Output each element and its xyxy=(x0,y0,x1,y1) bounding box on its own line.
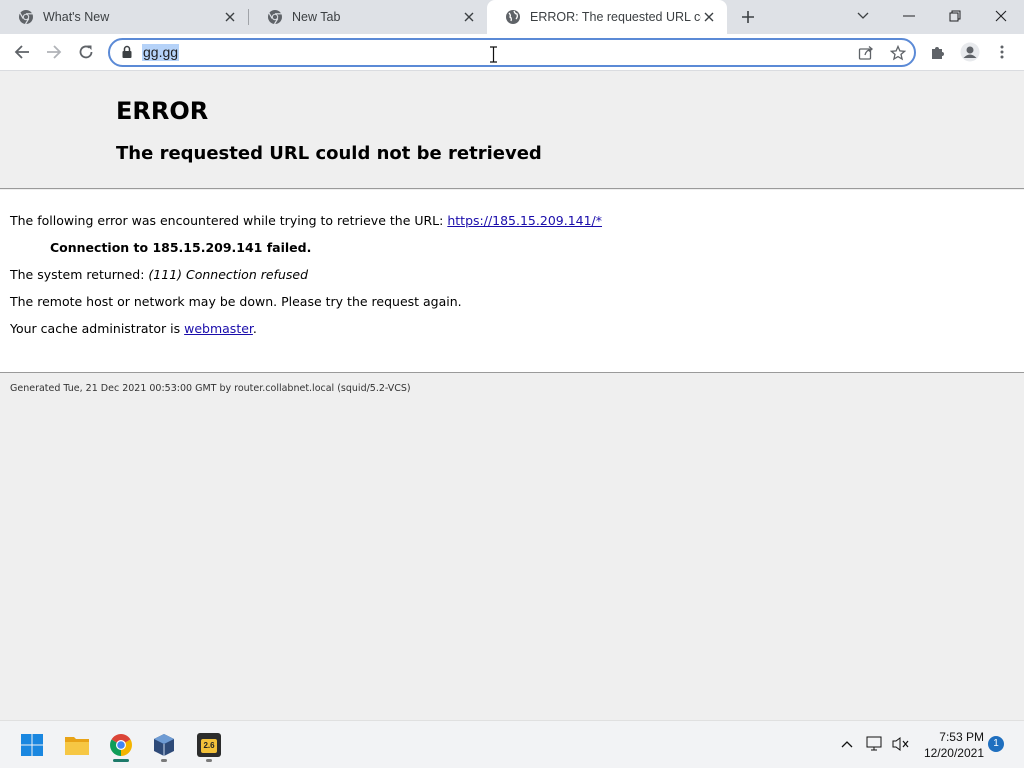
error-subheading: The requested URL could not be retrieved xyxy=(116,143,542,164)
arrow-left-icon xyxy=(14,45,29,59)
globe-icon xyxy=(506,10,520,24)
star-icon xyxy=(890,45,906,61)
share-button[interactable] xyxy=(855,42,877,64)
error-title-block: ERROR The requested URL could not be ret… xyxy=(0,71,1024,189)
notification-badge[interactable]: 1 xyxy=(988,736,1004,752)
remote-host-message: The remote host or network may be down. … xyxy=(10,294,462,309)
app-badge: 2.6 xyxy=(201,739,217,753)
address-text[interactable]: gg.gg xyxy=(142,44,180,61)
address-bar[interactable]: gg.gg xyxy=(108,38,916,67)
close-tab-icon[interactable] xyxy=(222,9,238,25)
clock[interactable]: 7:53 PM 12/20/2021 xyxy=(918,729,984,761)
browser-toolbar: gg.gg xyxy=(0,34,1024,71)
chevron-up-icon xyxy=(841,741,853,748)
volume-button[interactable] xyxy=(890,733,912,755)
system-returned-prefix: The system returned: xyxy=(10,267,149,282)
page-footer: Generated Tue, 21 Dec 2021 00:53:00 GMT … xyxy=(10,383,411,394)
close-icon xyxy=(995,10,1007,22)
close-tab-icon[interactable] xyxy=(701,9,717,25)
windows-logo-icon xyxy=(21,734,43,756)
restore-icon xyxy=(949,10,961,22)
tab-whats-new[interactable]: What's New xyxy=(0,0,248,34)
puzzle-icon xyxy=(932,47,944,59)
error-heading: ERROR xyxy=(116,97,209,125)
error-detail: Connection to 185.15.209.141 failed. xyxy=(50,240,312,255)
network-button[interactable] xyxy=(864,733,886,755)
back-button[interactable] xyxy=(8,38,36,66)
error-page: ERROR The requested URL could not be ret… xyxy=(0,71,1024,720)
text-cursor-icon xyxy=(490,46,497,63)
clock-date: 12/20/2021 xyxy=(923,746,984,760)
tab-title: What's New xyxy=(43,10,110,24)
avatar-icon xyxy=(960,42,980,62)
menu-button[interactable] xyxy=(988,38,1016,66)
reload-button[interactable] xyxy=(72,38,100,66)
app-2-6-icon: 2.6 xyxy=(197,733,221,757)
forward-button[interactable] xyxy=(40,38,68,66)
active-indicator xyxy=(113,759,129,762)
start-button[interactable] xyxy=(17,729,47,761)
app-2-6-button[interactable]: 2.6 xyxy=(194,729,224,762)
kebab-menu-icon xyxy=(1000,45,1004,59)
running-indicator xyxy=(161,759,167,762)
arrow-right-icon xyxy=(47,45,62,59)
chrome-icon xyxy=(110,734,132,756)
error-url-link[interactable]: https://185.15.209.141/* xyxy=(447,213,602,228)
taskbar: 2.6 7:53 PM 12/20/2021 xyxy=(0,720,1024,768)
tab-strip: What's New New Tab ERROR: The requested … xyxy=(0,0,1024,34)
error-content: The following error was encountered whil… xyxy=(0,190,1024,373)
close-window-button[interactable] xyxy=(978,0,1024,32)
new-tab-button[interactable] xyxy=(736,5,760,29)
error-url-line: The following error was encountered whil… xyxy=(10,213,602,228)
virtualbox-button[interactable] xyxy=(149,729,179,762)
cache-admin-line: Your cache administrator is webmaster. xyxy=(10,321,257,336)
virtualbox-icon xyxy=(154,734,174,756)
cache-admin-suffix: . xyxy=(252,321,257,336)
share-icon xyxy=(858,46,874,60)
chrome-icon xyxy=(268,10,282,25)
error-url-prefix: The following error was encountered whil… xyxy=(10,213,448,228)
clock-time: 7:53 PM xyxy=(939,730,984,744)
minimize-icon xyxy=(903,15,915,17)
folder-icon xyxy=(65,737,89,755)
tab-title: ERROR: The requested URL could not be re… xyxy=(530,10,701,24)
speaker-muted-icon xyxy=(892,737,909,751)
system-returned-value: (111) Connection refused xyxy=(148,267,308,282)
system-returned-line: The system returned: (111) Connection re… xyxy=(10,267,308,282)
chrome-icon xyxy=(19,10,33,25)
lock-icon[interactable] xyxy=(120,45,134,59)
chevron-down-icon xyxy=(857,12,869,19)
cache-admin-prefix: Your cache administrator is xyxy=(10,321,185,336)
chrome-taskbar-button[interactable] xyxy=(106,729,136,762)
profile-button[interactable] xyxy=(956,38,984,66)
close-tab-icon[interactable] xyxy=(461,9,477,25)
reload-icon xyxy=(79,45,93,59)
tab-new-tab[interactable]: New Tab xyxy=(249,0,487,34)
restore-button[interactable] xyxy=(932,0,978,32)
tab-search-button[interactable] xyxy=(840,0,886,32)
minimize-button[interactable] xyxy=(886,0,932,32)
bookmark-button[interactable] xyxy=(887,42,909,64)
tab-title: New Tab xyxy=(292,10,341,24)
running-indicator xyxy=(206,759,212,762)
tab-error[interactable]: ERROR: The requested URL could not be re… xyxy=(487,0,727,34)
webmaster-link[interactable]: webmaster xyxy=(184,321,253,336)
file-explorer-button[interactable] xyxy=(62,729,92,761)
show-hidden-icons-button[interactable] xyxy=(836,733,858,755)
plus-icon xyxy=(742,11,754,23)
extensions-button[interactable] xyxy=(924,38,952,66)
network-icon xyxy=(866,736,882,751)
